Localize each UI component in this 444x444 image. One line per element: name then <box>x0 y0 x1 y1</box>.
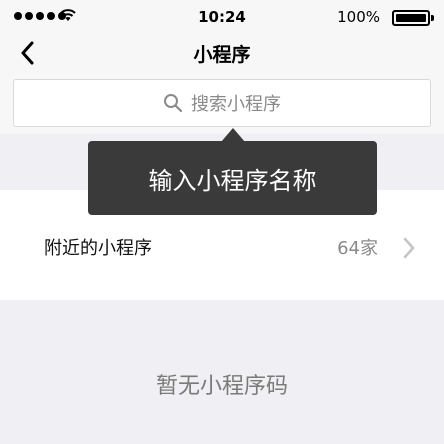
phone-screen: 10:24 100% 小程序 搜索小程序 附近的小程序 64家 输入小程序名称 … <box>0 0 444 444</box>
list-item-count: 64家 <box>337 238 378 259</box>
chevron-right-icon <box>403 237 415 259</box>
tooltip-arrow <box>221 128 245 142</box>
search-icon <box>164 94 183 113</box>
list-item-label: 附近的小程序 <box>44 238 152 259</box>
list-item-nearby[interactable]: 附近的小程序 64家 <box>0 224 444 272</box>
empty-state-text: 暂无小程序码 <box>155 374 288 399</box>
search-area: 搜索小程序 <box>0 74 444 134</box>
tooltip-text: 输入小程序名称 <box>148 166 317 195</box>
navigation-bar: 小程序 <box>0 34 444 74</box>
battery-percentage: 100% <box>337 8 380 26</box>
search-input[interactable]: 搜索小程序 <box>13 79 431 127</box>
tooltip: 输入小程序名称 <box>88 141 377 215</box>
page-title: 小程序 <box>193 44 251 66</box>
status-bar: 10:24 100% <box>0 0 444 34</box>
battery-icon <box>392 10 434 26</box>
search-placeholder: 搜索小程序 <box>191 94 281 115</box>
